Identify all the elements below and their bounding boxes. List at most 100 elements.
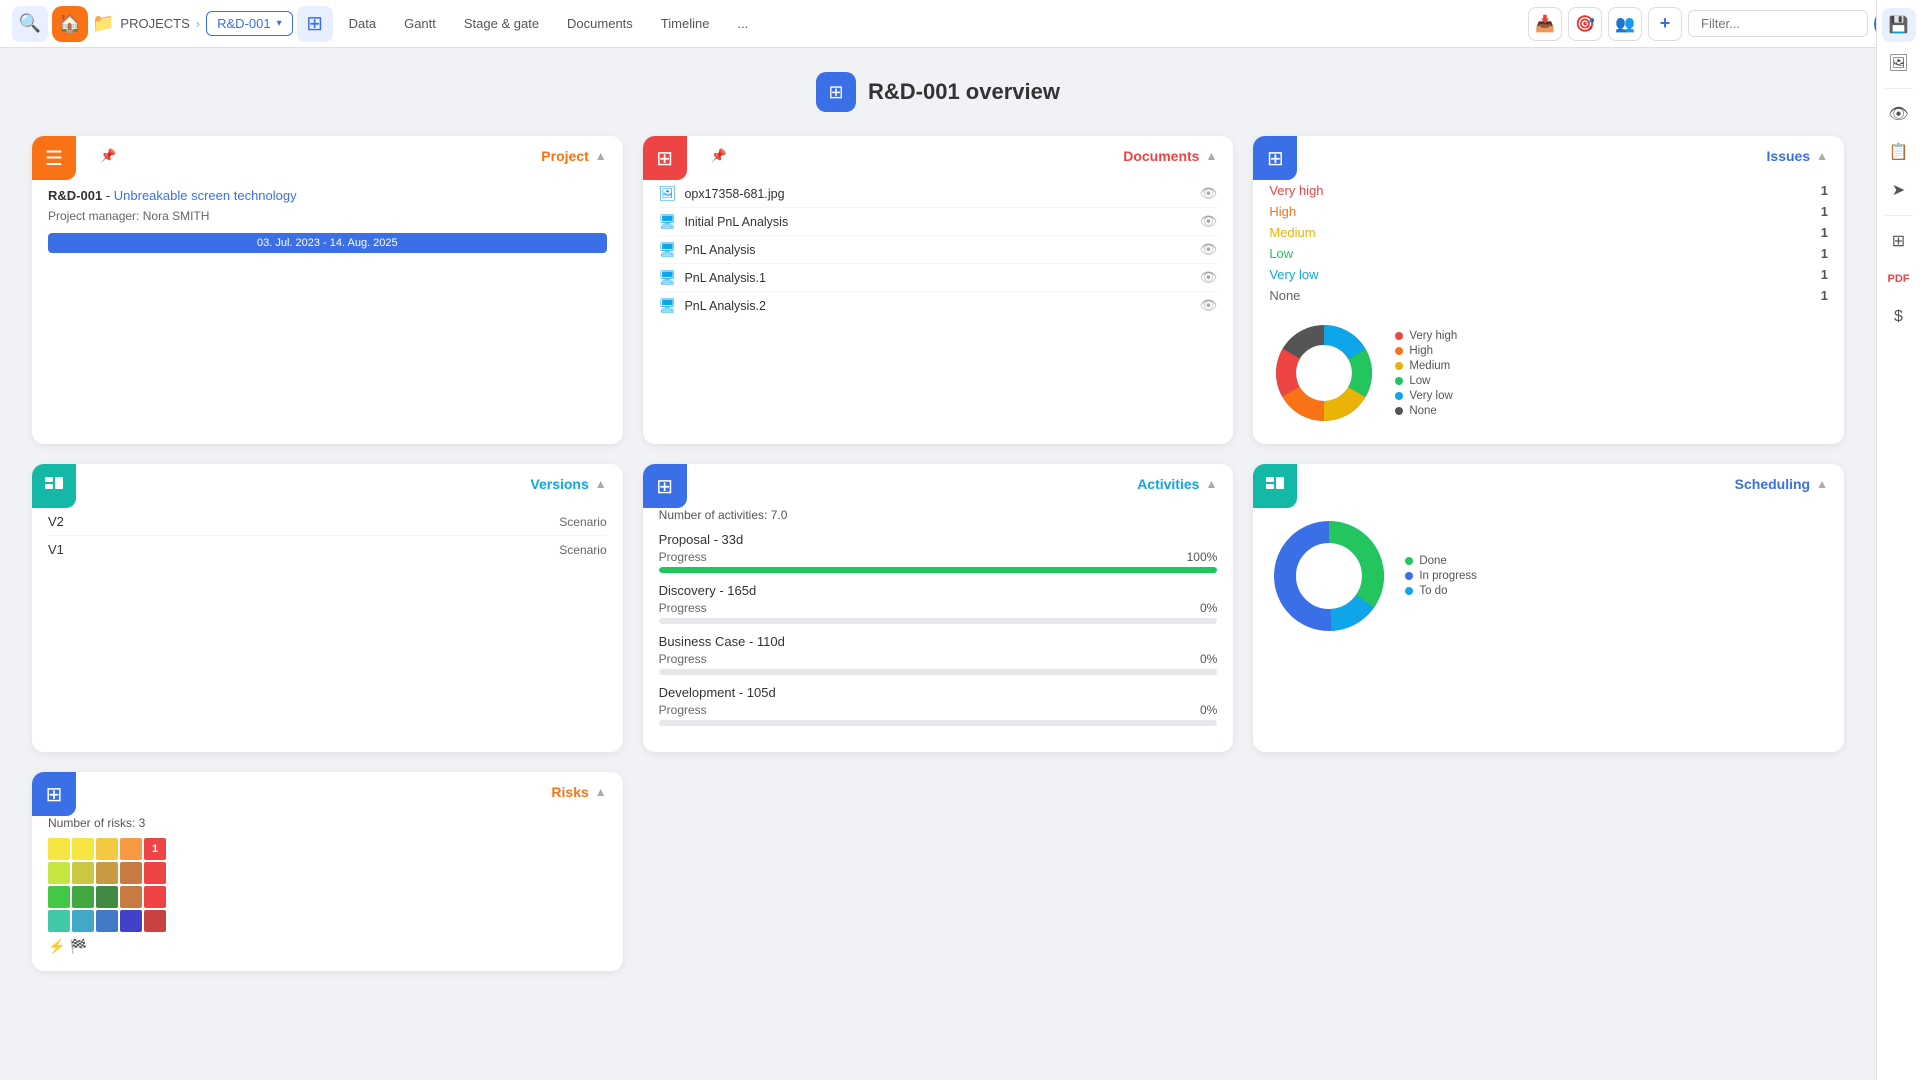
activity-progress-label-discovery: Progress xyxy=(659,601,707,615)
filter-input[interactable] xyxy=(1688,10,1868,37)
versions-card-body: V2 Scenario V1 Scenario xyxy=(32,500,623,579)
activity-business-case: Business Case - 110d Progress 0% xyxy=(659,634,1218,675)
risk-cell-5 xyxy=(48,862,70,884)
legend-dot-low xyxy=(1395,377,1403,385)
sidebar-layout-icon[interactable]: ⊞ xyxy=(1882,224,1916,258)
issues-donut-container: Very high High Medium Low xyxy=(1269,318,1828,428)
sidebar-separator-2 xyxy=(1885,215,1913,216)
doc-name-2[interactable]: PnL Analysis xyxy=(684,243,1199,257)
tab-more[interactable]: ... xyxy=(725,10,760,37)
doc-eye-icon-1[interactable]: 👁 xyxy=(1200,213,1218,230)
risk-cell-1 xyxy=(72,838,94,860)
dropdown-chevron-icon: ▾ xyxy=(277,18,282,29)
risk-icon-flag: 🏁 xyxy=(69,938,86,955)
issues-card-body: Very high 1 High 1 Medium 1 Low 1 xyxy=(1253,172,1844,444)
activities-header-actions: Activities ▲ xyxy=(1137,476,1217,492)
scheduling-card-icon xyxy=(1253,464,1297,508)
legend-label-very-low: Very low xyxy=(1409,390,1452,402)
sidebar-save-icon[interactable]: 💾 xyxy=(1882,8,1916,42)
issue-label-low: Low xyxy=(1269,246,1293,261)
project-header-actions: Project ▲ xyxy=(541,148,606,164)
project-header-chevron-icon[interactable]: ▲ xyxy=(595,149,607,163)
issues-donut-legend: Very high High Medium Low xyxy=(1395,330,1457,417)
project-manager-label: Project manager: xyxy=(48,209,139,223)
documents-chevron-icon[interactable]: ▲ xyxy=(1205,149,1217,163)
tab-timeline[interactable]: Timeline xyxy=(649,10,722,37)
tab-documents[interactable]: Documents xyxy=(555,10,645,37)
doc-eye-icon-0[interactable]: 👁 xyxy=(1200,185,1218,202)
risk-heatmap-container: 1 xyxy=(48,838,188,932)
tab-stage-gate[interactable]: Stage & gate xyxy=(452,10,551,37)
risk-cell-9 xyxy=(144,862,166,884)
doc-eye-icon-2[interactable]: 👁 xyxy=(1200,241,1218,258)
sidebar-dollar-icon[interactable]: $ xyxy=(1882,300,1916,334)
target-button[interactable]: 🎯 xyxy=(1568,7,1602,41)
doc-eye-icon-3[interactable]: 👁 xyxy=(1200,269,1218,286)
sidebar-send-icon[interactable]: ➤ xyxy=(1882,173,1916,207)
version-item-v1: V1 Scenario xyxy=(48,536,607,563)
risk-cell-6 xyxy=(72,862,94,884)
activity-progress-pct-discovery: 0% xyxy=(1200,601,1217,615)
page-title-icon: ⊞ xyxy=(816,72,856,112)
progress-bar-discovery xyxy=(659,618,1218,624)
users-button[interactable]: 👥 xyxy=(1608,7,1642,41)
issues-chevron-icon[interactable]: ▲ xyxy=(1816,149,1828,163)
tab-data[interactable]: Data xyxy=(337,10,388,37)
sidebar-clipboard-icon[interactable]: 📋 xyxy=(1882,135,1916,169)
sidebar-separator-1 xyxy=(1885,88,1913,89)
projects-link[interactable]: PROJECTS xyxy=(120,16,189,31)
issues-list: Very high 1 High 1 Medium 1 Low 1 xyxy=(1269,180,1828,306)
versions-chevron-icon[interactable]: ▲ xyxy=(595,477,607,491)
issue-label-medium: Medium xyxy=(1269,225,1315,240)
legend-label-medium: Medium xyxy=(1409,360,1450,372)
risks-count: Number of risks: 3 xyxy=(48,816,607,830)
scheduling-donut-chart xyxy=(1269,516,1389,636)
risks-card-body: Number of risks: 3 1 xyxy=(32,808,623,971)
activities-chevron-icon[interactable]: ▲ xyxy=(1205,477,1217,491)
doc-item-3: 🖥 PnL Analysis.1 👁 xyxy=(659,264,1218,292)
home-button[interactable]: 🏠 xyxy=(52,6,88,42)
doc-name-0[interactable]: opx17358-681.jpg xyxy=(684,187,1199,201)
versions-card-icon xyxy=(32,464,76,508)
project-dropdown[interactable]: R&D-001 ▾ xyxy=(206,11,293,36)
issue-item-very-low: Very low 1 xyxy=(1269,264,1828,285)
doc-name-1[interactable]: Initial PnL Analysis xyxy=(684,215,1199,229)
legend-item-high: High xyxy=(1395,345,1457,357)
project-pin-icon[interactable]: 📌 xyxy=(100,148,116,164)
scheduling-chevron-icon[interactable]: ▲ xyxy=(1816,477,1828,491)
doc-item-1: 🖥 Initial PnL Analysis 👁 xyxy=(659,208,1218,236)
grid-view-button[interactable]: ⊞ xyxy=(297,6,333,42)
add-button[interactable]: + xyxy=(1648,7,1682,41)
activities-card-header: Activities ▲ xyxy=(643,464,1234,500)
doc-eye-icon-4[interactable]: 👁 xyxy=(1200,297,1218,314)
project-name-link[interactable]: Unbreakable screen technology xyxy=(114,188,297,203)
doc-name-3[interactable]: PnL Analysis.1 xyxy=(684,271,1199,285)
documents-pin-icon[interactable]: 📌 xyxy=(711,148,727,164)
doc-item-2: 🖥 PnL Analysis 👁 xyxy=(659,236,1218,264)
issues-header-title: Issues xyxy=(1767,148,1811,164)
legend-label-none: None xyxy=(1409,405,1437,417)
documents-card: ⊞ 📌 Documents ▲ 🖼 opx17358-681.jpg 👁 xyxy=(643,136,1234,444)
search-button[interactable]: 🔍 xyxy=(12,6,48,42)
sidebar-pdf-icon[interactable]: PDF xyxy=(1882,262,1916,296)
legend-item-low: Low xyxy=(1395,375,1457,387)
activities-card: ⊞ Activities ▲ Number of activities: 7.0… xyxy=(643,464,1234,752)
issue-label-very-low: Very low xyxy=(1269,267,1318,282)
inbox-button[interactable]: 📥 xyxy=(1528,7,1562,41)
scheduling-card-header: Scheduling ▲ xyxy=(1253,464,1844,500)
right-sidebar: 💾 🖼 👁 📋 ➤ ⊞ PDF $ xyxy=(1876,0,1920,1080)
progress-fill-proposal xyxy=(659,567,1218,573)
tab-gantt[interactable]: Gantt xyxy=(392,10,448,37)
risk-cell-10 xyxy=(48,886,70,908)
activity-progress-label-business-case: Progress xyxy=(659,652,707,666)
versions-card-header: Versions ▲ xyxy=(32,464,623,500)
version-type-v2: Scenario xyxy=(559,515,606,529)
top-navigation: 🔍 🏠 📁 PROJECTS › R&D-001 ▾ ⊞ Data Gantt … xyxy=(0,0,1920,48)
risks-chevron-icon[interactable]: ▲ xyxy=(595,785,607,799)
activity-progress-row-business-case: Progress 0% xyxy=(659,652,1218,666)
project-dates-bar: 03. Jul. 2023 - 14. Aug. 2025 xyxy=(48,233,607,253)
documents-header-actions: Documents ▲ xyxy=(1123,148,1217,164)
sidebar-eye-icon[interactable]: 👁 xyxy=(1882,97,1916,131)
doc-name-4[interactable]: PnL Analysis.2 xyxy=(684,299,1199,313)
sidebar-image-icon[interactable]: 🖼 xyxy=(1882,46,1916,80)
